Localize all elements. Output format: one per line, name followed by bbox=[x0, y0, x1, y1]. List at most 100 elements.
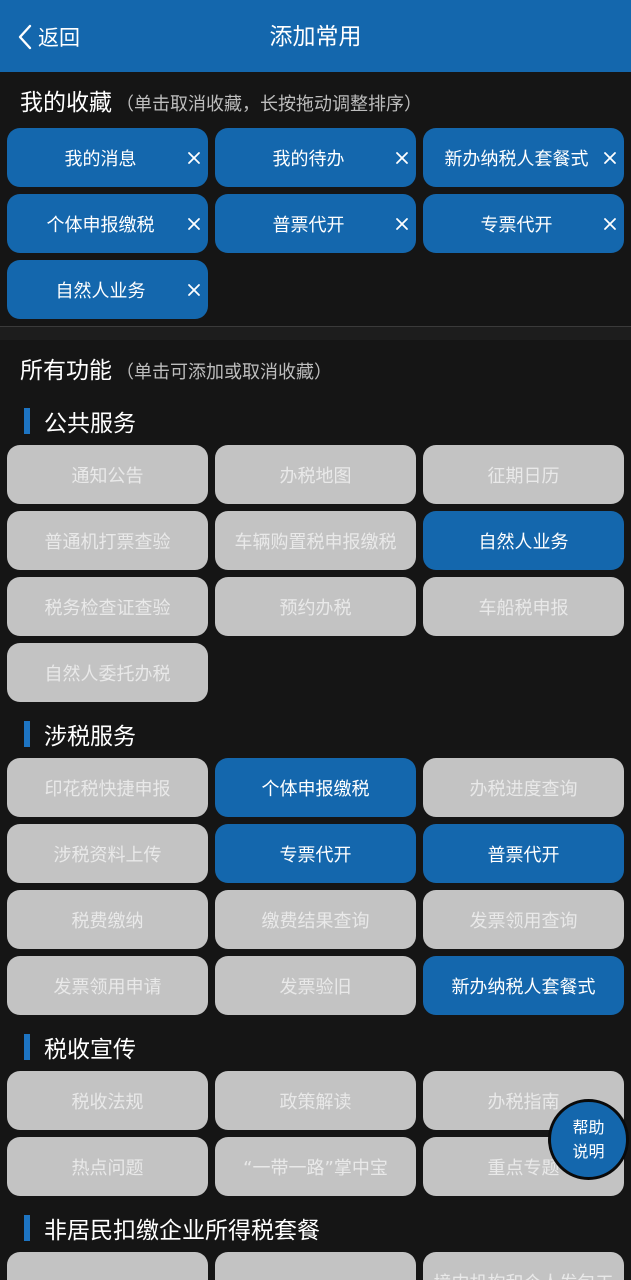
function-chip-label: 涉税资料上传 bbox=[53, 844, 162, 866]
help-button[interactable]: 帮助 说明 bbox=[548, 1099, 629, 1180]
category-grid: 境内机构和个人发包工 bbox=[7, 1252, 624, 1280]
function-chip[interactable]: 通知公告 bbox=[7, 445, 208, 504]
function-chip[interactable] bbox=[7, 1252, 208, 1280]
function-chip-label: 车辆购置税申报缴税 bbox=[234, 531, 397, 553]
favorite-chip[interactable]: 自然人业务 bbox=[7, 260, 208, 319]
function-chip[interactable]: 印花税快捷申报 bbox=[7, 758, 208, 817]
function-chip[interactable]: 政策解读 bbox=[215, 1071, 416, 1130]
function-chip-label: 印花税快捷申报 bbox=[44, 778, 171, 800]
category-title: 税收宣传 bbox=[44, 1037, 136, 1063]
category-grid: 通知公告 办税地图 征期日历普通机打票查验 车辆购置税申报缴税 自然人业务税务检查证查验… bbox=[7, 445, 624, 702]
help-label-line1: 帮助 bbox=[572, 1117, 605, 1137]
all-functions-hint: （单击可添加或取消收藏） bbox=[116, 362, 332, 383]
header-bar: 返回 添加常用 bbox=[0, 0, 631, 72]
function-chip-label: 普通机打票查验 bbox=[44, 531, 171, 553]
function-chip-label: 征期日历 bbox=[487, 465, 560, 487]
close-icon[interactable] bbox=[187, 283, 201, 297]
function-chip[interactable]: 发票验旧 bbox=[215, 956, 416, 1015]
category-accent-bar bbox=[24, 408, 30, 434]
function-chip[interactable]: 自然人业务 bbox=[423, 511, 624, 570]
close-icon[interactable] bbox=[603, 151, 617, 165]
favorite-chip[interactable]: 新办纳税人套餐式 bbox=[423, 128, 624, 187]
function-chip[interactable]: 个体申报缴税 bbox=[215, 758, 416, 817]
function-chip-label: 发票验旧 bbox=[279, 976, 352, 998]
function-chip-label: 税收法规 bbox=[71, 1091, 144, 1113]
function-chip[interactable]: “一带一路”掌中宝 bbox=[215, 1137, 416, 1196]
function-chip-label: 个体申报缴税 bbox=[261, 778, 370, 800]
category-heading: 涉税服务 bbox=[24, 717, 136, 751]
category-title: 非居民扣缴企业所得税套餐 bbox=[44, 1218, 320, 1244]
favorite-chip-label: 自然人业务 bbox=[55, 280, 146, 302]
category-grid: 税收法规 政策解读 办税指南热点问题 “一带一路”掌中宝 重点专题 bbox=[7, 1071, 624, 1196]
function-chip-label: 税务检查证查验 bbox=[44, 597, 171, 619]
favorite-chip-label: 个体申报缴税 bbox=[46, 214, 155, 236]
function-chip[interactable]: 普通机打票查验 bbox=[7, 511, 208, 570]
function-chip-label: 自然人委托办税 bbox=[44, 663, 171, 685]
function-chip[interactable]: 征期日历 bbox=[423, 445, 624, 504]
category-heading: 公共服务 bbox=[24, 404, 136, 438]
function-chip[interactable]: 境内机构和个人发包工 bbox=[423, 1252, 624, 1280]
function-chip-label: “一带一路”掌中宝 bbox=[243, 1157, 388, 1179]
favorite-chip-label: 专票代开 bbox=[480, 214, 553, 236]
function-chip-label: 新办纳税人套餐式 bbox=[451, 976, 596, 998]
category-heading: 税收宣传 bbox=[24, 1030, 136, 1064]
function-chip[interactable]: 自然人委托办税 bbox=[7, 643, 208, 702]
close-icon[interactable] bbox=[603, 217, 617, 231]
category-heading: 非居民扣缴企业所得税套餐 bbox=[24, 1211, 320, 1245]
function-chip[interactable]: 涉税资料上传 bbox=[7, 824, 208, 883]
close-icon[interactable] bbox=[395, 217, 409, 231]
favorite-chip-label: 我的待办 bbox=[272, 148, 345, 170]
category-accent-bar bbox=[24, 1034, 30, 1060]
function-chip-label: 政策解读 bbox=[279, 1091, 352, 1113]
function-chip[interactable]: 发票领用申请 bbox=[7, 956, 208, 1015]
function-chip-label: 缴费结果查询 bbox=[261, 910, 370, 932]
favorite-chip[interactable]: 我的消息 bbox=[7, 128, 208, 187]
page-title: 添加常用 bbox=[269, 24, 362, 50]
function-chip-label: 办税进度查询 bbox=[469, 778, 578, 800]
function-chip[interactable]: 预约办税 bbox=[215, 577, 416, 636]
function-chip[interactable]: 热点问题 bbox=[7, 1137, 208, 1196]
function-chip-label: 发票领用申请 bbox=[53, 976, 162, 998]
close-icon[interactable] bbox=[187, 151, 201, 165]
favorite-chip[interactable]: 专票代开 bbox=[423, 194, 624, 253]
favorites-heading: 我的收藏 （单击取消收藏，长按拖动调整排序） bbox=[20, 83, 422, 117]
favorite-chip-label: 我的消息 bbox=[64, 148, 137, 170]
function-chip[interactable]: 专票代开 bbox=[215, 824, 416, 883]
function-chip-label: 重点专题 bbox=[487, 1157, 560, 1179]
favorites-grid: 我的消息 我的待办 新办纳税人套餐式个体申报缴税 普票代开 专票代开自然人业务 bbox=[7, 128, 624, 319]
function-chip[interactable]: 车辆购置税申报缴税 bbox=[215, 511, 416, 570]
function-chip[interactable]: 缴费结果查询 bbox=[215, 890, 416, 949]
function-chip[interactable]: 办税进度查询 bbox=[423, 758, 624, 817]
function-chip-label: 预约办税 bbox=[279, 597, 352, 619]
close-icon[interactable] bbox=[187, 217, 201, 231]
function-chip-label: 自然人业务 bbox=[478, 531, 569, 553]
function-chip-label: 通知公告 bbox=[71, 465, 144, 487]
function-chip[interactable]: 税收法规 bbox=[7, 1071, 208, 1130]
function-chip[interactable]: 新办纳税人套餐式 bbox=[423, 956, 624, 1015]
favorites-title: 我的收藏 bbox=[20, 90, 112, 116]
function-chip-label: 办税指南 bbox=[487, 1091, 560, 1113]
function-chip[interactable]: 发票领用查询 bbox=[423, 890, 624, 949]
function-chip[interactable]: 办税地图 bbox=[215, 445, 416, 504]
favorite-chip[interactable]: 普票代开 bbox=[215, 194, 416, 253]
function-chip[interactable]: 普票代开 bbox=[423, 824, 624, 883]
category-title: 涉税服务 bbox=[44, 724, 136, 750]
function-chip-label: 专票代开 bbox=[279, 844, 352, 866]
all-functions-title: 所有功能 bbox=[20, 358, 112, 384]
function-chip[interactable]: 税费缴纳 bbox=[7, 890, 208, 949]
function-chip[interactable]: 税务检查证查验 bbox=[7, 577, 208, 636]
favorite-chip[interactable]: 我的待办 bbox=[215, 128, 416, 187]
all-functions-heading: 所有功能 （单击可添加或取消收藏） bbox=[20, 351, 332, 385]
function-chip-label: 发票领用查询 bbox=[469, 910, 578, 932]
category-grid: 印花税快捷申报 个体申报缴税 办税进度查询涉税资料上传 专票代开 普票代开税费缴纳 缴费结… bbox=[7, 758, 624, 1015]
function-chip-label: 热点问题 bbox=[71, 1157, 144, 1179]
category-accent-bar bbox=[24, 1215, 30, 1241]
function-chip[interactable] bbox=[215, 1252, 416, 1280]
category-accent-bar bbox=[24, 721, 30, 747]
function-chip-label: 境内机构和个人发包工 bbox=[434, 1269, 614, 1280]
close-icon[interactable] bbox=[395, 151, 409, 165]
function-chip-label: 办税地图 bbox=[279, 465, 352, 487]
favorite-chip[interactable]: 个体申报缴税 bbox=[7, 194, 208, 253]
help-label-line2: 说明 bbox=[572, 1141, 605, 1161]
function-chip[interactable]: 车船税申报 bbox=[423, 577, 624, 636]
